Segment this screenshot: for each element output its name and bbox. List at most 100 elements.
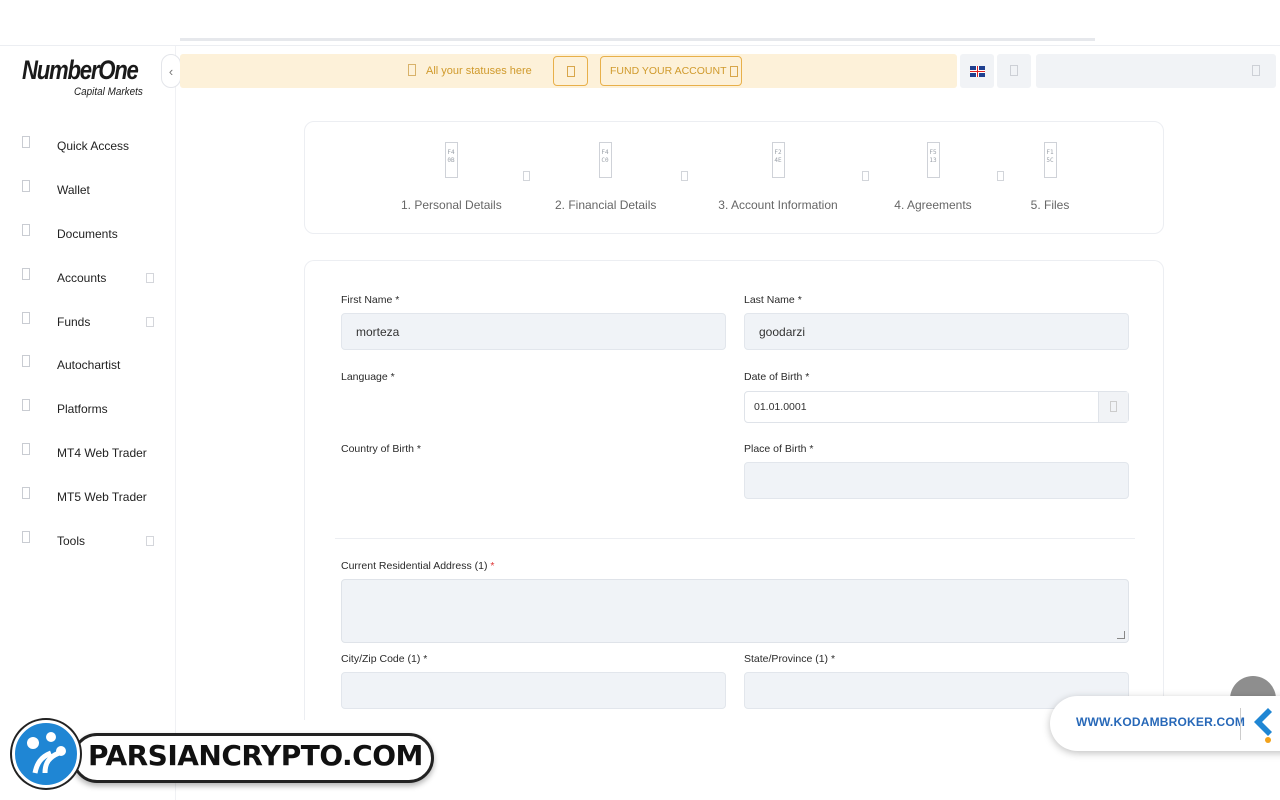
kodam-watermark: WWW.KODAMBROKER.COM <box>1050 696 1280 751</box>
wallet-icon <box>730 65 739 77</box>
sidebar-item-label: MT4 Web Trader <box>57 446 147 460</box>
step-personal-details[interactable]: F4 0B 1. Personal Details <box>401 142 502 212</box>
last-name-label: Last Name * <box>744 294 802 306</box>
chevron-right-icon <box>681 171 688 181</box>
section-divider <box>335 538 1135 539</box>
menu-icon <box>22 312 30 324</box>
date-of-birth-value: 01.01.0001 <box>754 401 807 413</box>
fund-account-label: FUND YOUR ACCOUNT <box>610 65 727 77</box>
menu-icon <box>22 355 30 367</box>
step-icon: F1 5C <box>1043 142 1057 178</box>
city-zip-field[interactable] <box>341 672 726 709</box>
browser-top-strip <box>0 0 1280 46</box>
language-select[interactable] <box>341 389 726 421</box>
step-files[interactable]: F1 5C 5. Files <box>1027 142 1073 212</box>
first-name-field[interactable]: morteza <box>341 313 726 350</box>
step-label: 2. Financial Details <box>555 198 657 212</box>
step-label: 5. Files <box>1030 198 1070 212</box>
sidebar-item-quick-access[interactable]: Quick Access <box>0 131 176 161</box>
menu-icon <box>22 224 30 236</box>
chevron-right-icon <box>862 171 869 181</box>
sidebar-item-platforms[interactable]: Platforms <box>0 394 176 424</box>
menu-icon <box>22 180 30 192</box>
status-icon <box>566 65 575 77</box>
country-of-birth-label: Country of Birth * <box>341 443 421 455</box>
sidebar-item-tools[interactable]: Tools <box>0 526 176 556</box>
brand-logo[interactable]: NumberOne Capital Markets <box>22 56 152 100</box>
sidebar-item-mt4-web-trader[interactable]: MT4 Web Trader <box>0 438 176 468</box>
step-label: 4. Agreements <box>894 198 972 212</box>
date-of-birth-field[interactable]: 01.01.0001 <box>744 391 1129 423</box>
calendar-button[interactable] <box>1098 392 1128 422</box>
notifications-button[interactable] <box>997 54 1031 88</box>
step-icon: F4 C0 <box>598 142 612 178</box>
logo-sub-text: Capital Markets <box>74 86 143 98</box>
parsiancrypto-watermark: PARSIANCRYPTO.COM <box>12 720 434 798</box>
sidebar-item-funds[interactable]: Funds <box>0 307 176 337</box>
sidebar-item-label: Accounts <box>57 271 107 285</box>
last-name-field[interactable]: goodarzi <box>744 313 1129 350</box>
step-label: 3. Account Information <box>718 198 838 212</box>
personal-details-form: First Name * morteza Last Name * goodarz… <box>304 260 1164 720</box>
step-icon: F4 0B <box>444 142 458 178</box>
sidebar-item-label: Funds <box>57 315 91 329</box>
sidebar-item-label: MT5 Web Trader <box>57 490 147 504</box>
sidebar-item-label: Documents <box>57 227 118 241</box>
parsian-text: PARSIANCRYPTO.COM <box>88 739 423 772</box>
resize-grip-icon[interactable] <box>1117 631 1125 639</box>
menu-icon <box>22 399 30 411</box>
sidebar-item-label: Tools <box>57 534 86 548</box>
user-menu[interactable] <box>1036 54 1276 88</box>
sidebar-item-autochartist[interactable]: Autochartist <box>0 350 176 380</box>
city-zip-label: City/Zip Code (1) * <box>341 653 428 665</box>
step-icon: F2 4E <box>771 142 785 178</box>
state-province-label: State/Province (1) * <box>744 653 836 665</box>
calendar-icon <box>1110 401 1117 412</box>
kodam-text: WWW.KODAMBROKER.COM <box>1076 715 1246 729</box>
address-textarea[interactable] <box>341 579 1129 643</box>
status-bar: All your statuses here FUND YOUR ACCOUNT <box>180 54 957 88</box>
place-of-birth-label: Place of Birth * <box>744 443 814 455</box>
registration-stepper: F4 0B 1. Personal Details F4 C0 2. Financi… <box>304 121 1164 234</box>
sidebar-item-accounts[interactable]: Accounts <box>0 263 176 293</box>
sidebar-item-mt5-web-trader[interactable]: MT5 Web Trader <box>0 482 176 512</box>
sidebar-collapse-button[interactable]: ‹ <box>161 54 181 88</box>
menu-icon <box>22 487 30 499</box>
bell-icon <box>1010 65 1018 76</box>
top-divider <box>180 38 1095 41</box>
step-account-information[interactable]: F2 4E 3. Account Information <box>713 142 843 212</box>
sidebar-item-wallet[interactable]: Wallet <box>0 175 176 205</box>
date-of-birth-label: Date of Birth * <box>744 371 810 383</box>
status-icon-button[interactable] <box>553 56 588 86</box>
step-label: 1. Personal Details <box>401 198 502 212</box>
sidebar-item-label: Quick Access <box>57 139 130 153</box>
kodam-separator <box>1240 708 1241 740</box>
step-agreements[interactable]: F5 13 4. Agreements <box>893 142 973 212</box>
address-label: Current Residential Address (1) * <box>341 560 495 572</box>
status-text[interactable]: All your statuses here <box>426 65 532 77</box>
menu-icon <box>22 136 30 148</box>
chevron-down-icon <box>146 317 154 327</box>
sidebar-item-documents[interactable]: Documents <box>0 219 176 249</box>
chevron-down-icon <box>146 536 154 546</box>
language-selector[interactable] <box>960 54 994 88</box>
fund-account-button[interactable]: FUND YOUR ACCOUNT <box>600 56 742 86</box>
sidebar-item-label: Platforms <box>57 402 108 416</box>
chevron-right-icon <box>997 171 1004 181</box>
chevron-right-icon <box>523 171 530 181</box>
sidebar-item-label: Autochartist <box>57 358 121 372</box>
logo-main-text: NumberOne <box>22 55 139 85</box>
language-label: Language * <box>341 371 395 383</box>
menu-icon <box>22 531 30 543</box>
kodam-logo-icon <box>1254 708 1272 743</box>
menu-icon <box>22 268 30 280</box>
parsian-logo-icon <box>12 720 80 788</box>
status-info-icon <box>408 64 416 76</box>
step-icon: F5 13 <box>926 142 940 178</box>
first-name-label: First Name * <box>341 294 400 306</box>
place-of-birth-field[interactable] <box>744 462 1129 499</box>
uk-flag-icon <box>969 65 985 77</box>
country-of-birth-select[interactable] <box>341 462 726 499</box>
menu-icon <box>22 443 30 455</box>
step-financial-details[interactable]: F4 C0 2. Financial Details <box>555 142 657 212</box>
